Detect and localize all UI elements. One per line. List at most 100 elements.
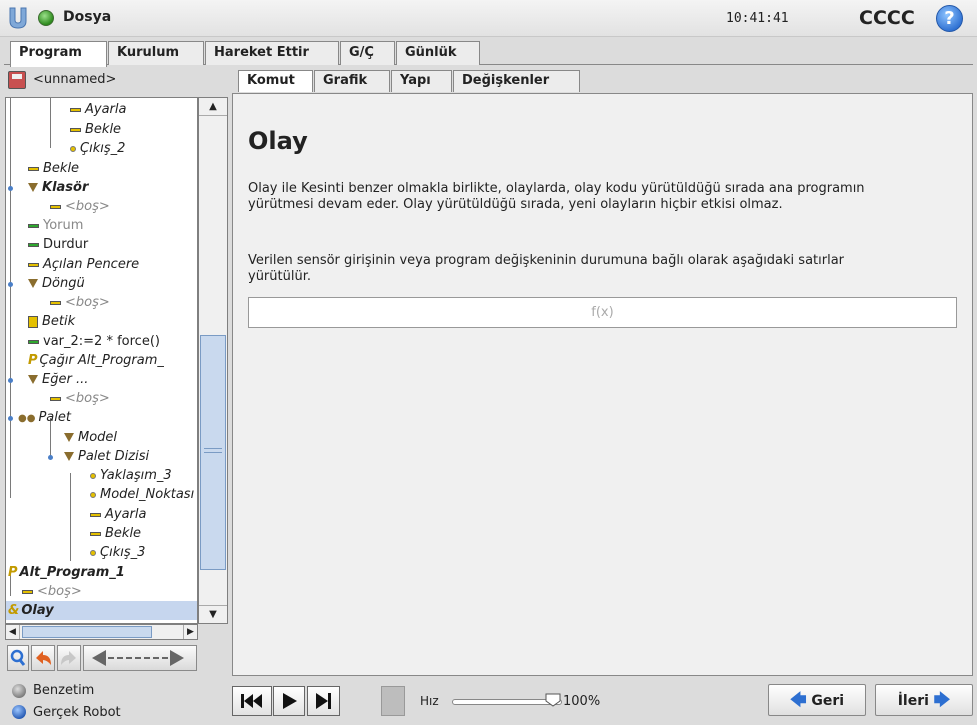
tab-yapi[interactable]: Yapı [391, 70, 452, 92]
expand-dot-icon[interactable] [8, 378, 13, 383]
tree-node-palet[interactable]: ●● Palet [18, 408, 71, 427]
next-button[interactable]: İleri 🡆 [875, 684, 973, 716]
search-button[interactable] [7, 645, 29, 671]
tree-node-klasor[interactable]: Klasör [28, 178, 88, 197]
wait-icon [70, 127, 81, 132]
tree-node-bos-2[interactable]: <boş> [50, 293, 110, 312]
tree-node-ayarla-2[interactable]: Ayarla [90, 505, 146, 524]
pallet-icon: ●● [18, 413, 36, 424]
event-icon: & [8, 603, 20, 618]
tree-node-model[interactable]: Model [64, 428, 117, 447]
tree-node-betik[interactable]: Betik [28, 312, 75, 331]
tab-kurulum[interactable]: Kurulum [108, 41, 204, 65]
redo-button[interactable] [57, 645, 81, 671]
scroll-down-icon[interactable]: ▼ [199, 605, 227, 623]
tree-toolbar [7, 645, 197, 671]
tree-node-bos-4[interactable]: <boş> [22, 582, 82, 601]
tree-node-alt-program-1[interactable]: P Alt_Program_1 [8, 563, 125, 582]
tree-node-cikis-2[interactable]: Çıkış_2 [70, 139, 125, 158]
tab-degiskenler[interactable]: Değişkenler [453, 70, 580, 92]
undo-button[interactable] [31, 645, 55, 671]
stop-button[interactable] [381, 686, 405, 716]
script-icon [28, 315, 38, 328]
tree-node-yaklasim-3[interactable]: Yaklaşım_3 [90, 466, 172, 485]
arrow-right-icon: 🡆 [933, 690, 951, 709]
tab-gunluk[interactable]: Günlük [396, 41, 480, 65]
speed-value: 100% [563, 694, 601, 709]
tree-node-bos[interactable]: <boş> [50, 197, 110, 216]
halt-icon [28, 242, 39, 247]
if-icon [28, 375, 38, 384]
tab-komut[interactable]: Komut [238, 70, 313, 92]
tree-horizontal-scrollbar[interactable]: ◀ ▶ [5, 624, 198, 640]
tree-node-cikis-3[interactable]: Çıkış_3 [90, 543, 145, 562]
expand-dot-icon[interactable] [48, 455, 53, 460]
set-icon [70, 107, 81, 112]
program-tree[interactable]: Ayarla Bekle Çıkış_2 Bekle Klasör <boş> … [5, 97, 198, 624]
empty-icon [50, 204, 61, 209]
tree-node-var-assign[interactable]: var_2:=2 * force() [28, 332, 160, 351]
move-arrows-icon [92, 650, 184, 666]
program-name: <unnamed> [33, 72, 117, 87]
tree-node-bekle-2[interactable]: Bekle [28, 159, 79, 178]
back-button[interactable]: 🡄 Geri [768, 684, 866, 716]
tree-node-olay[interactable]: & Olay [6, 601, 197, 620]
tree-node-acilan-pencere[interactable]: Açılan Pencere [28, 255, 139, 274]
mode-simulation[interactable]: Benzetim [33, 683, 94, 698]
tree-node-cagir[interactable]: P Çağır Alt_Program_ [28, 351, 164, 370]
tree-node-eger[interactable]: Eğer ... [28, 370, 88, 389]
grip-icon [204, 448, 222, 453]
question-mark-icon[interactable]: ? [936, 5, 963, 32]
tree-node-durdur[interactable]: Durdur [28, 235, 88, 254]
expand-dot-icon[interactable] [8, 282, 13, 287]
tree-node-dongu[interactable]: Döngü [28, 274, 85, 293]
tab-g-c[interactable]: G/Ç [340, 41, 395, 65]
scroll-thumb[interactable] [22, 626, 152, 638]
slider-thumb-icon[interactable] [545, 693, 561, 707]
move-button[interactable] [83, 645, 197, 671]
tab-grafik[interactable]: Grafik [314, 70, 390, 92]
empty-icon [50, 300, 61, 305]
play-icon [283, 693, 297, 709]
ur-logo-icon [9, 7, 27, 29]
scroll-thumb[interactable] [200, 335, 226, 570]
redo-icon [61, 651, 76, 665]
clock: 10:41:41 [726, 11, 789, 26]
scroll-left-icon[interactable]: ◀ [6, 625, 20, 639]
scroll-up-icon[interactable]: ▲ [199, 98, 227, 116]
tree-node-ayarla[interactable]: Ayarla [70, 100, 126, 119]
tree-node-model-noktasi[interactable]: Model_Noktası [90, 485, 194, 504]
waypoint-icon [90, 491, 96, 498]
arrow-left-icon: 🡄 [789, 690, 807, 709]
skip-back-button[interactable] [232, 686, 272, 716]
tree-node-yorum[interactable]: Yorum [28, 216, 83, 235]
subprogram-icon: P [8, 565, 18, 580]
file-menu-label[interactable]: Dosya [63, 9, 111, 25]
wait-icon [28, 166, 39, 171]
tree-node-bekle-3[interactable]: Bekle [90, 524, 141, 543]
expand-dot-icon[interactable] [8, 416, 13, 421]
step-button[interactable] [307, 686, 340, 716]
simulation-radio-icon[interactable] [12, 684, 26, 698]
top-bar: Dosya 10:41:41 CCCC ? [0, 0, 977, 37]
step-icon [316, 693, 331, 709]
tab-hareket-ettir[interactable]: Hareket Ettir [205, 41, 339, 65]
save-icon[interactable] [8, 71, 26, 89]
tree-vertical-scrollbar[interactable]: ▲ ▼ [198, 97, 228, 624]
folder-icon [64, 433, 74, 442]
search-icon [10, 649, 26, 666]
real-robot-radio-icon[interactable] [12, 705, 26, 719]
comment-icon [28, 223, 39, 228]
mode-real-robot[interactable]: Gerçek Robot [33, 705, 121, 720]
tree-node-bos-3[interactable]: <boş> [50, 389, 110, 408]
play-button[interactable] [273, 686, 305, 716]
expand-dot-icon[interactable] [8, 186, 13, 191]
tree-node-palet-dizisi[interactable]: Palet Dizisi [64, 447, 149, 466]
expression-field[interactable]: f(x) [248, 297, 957, 328]
file-status-icon[interactable] [38, 10, 54, 26]
set-icon [90, 512, 101, 517]
scroll-right-icon[interactable]: ▶ [183, 625, 197, 639]
tab-program[interactable]: Program [10, 41, 107, 67]
instruction-text: Verilen sensör girişinin veya program de… [248, 253, 845, 284]
tree-node-bekle[interactable]: Bekle [70, 120, 121, 139]
